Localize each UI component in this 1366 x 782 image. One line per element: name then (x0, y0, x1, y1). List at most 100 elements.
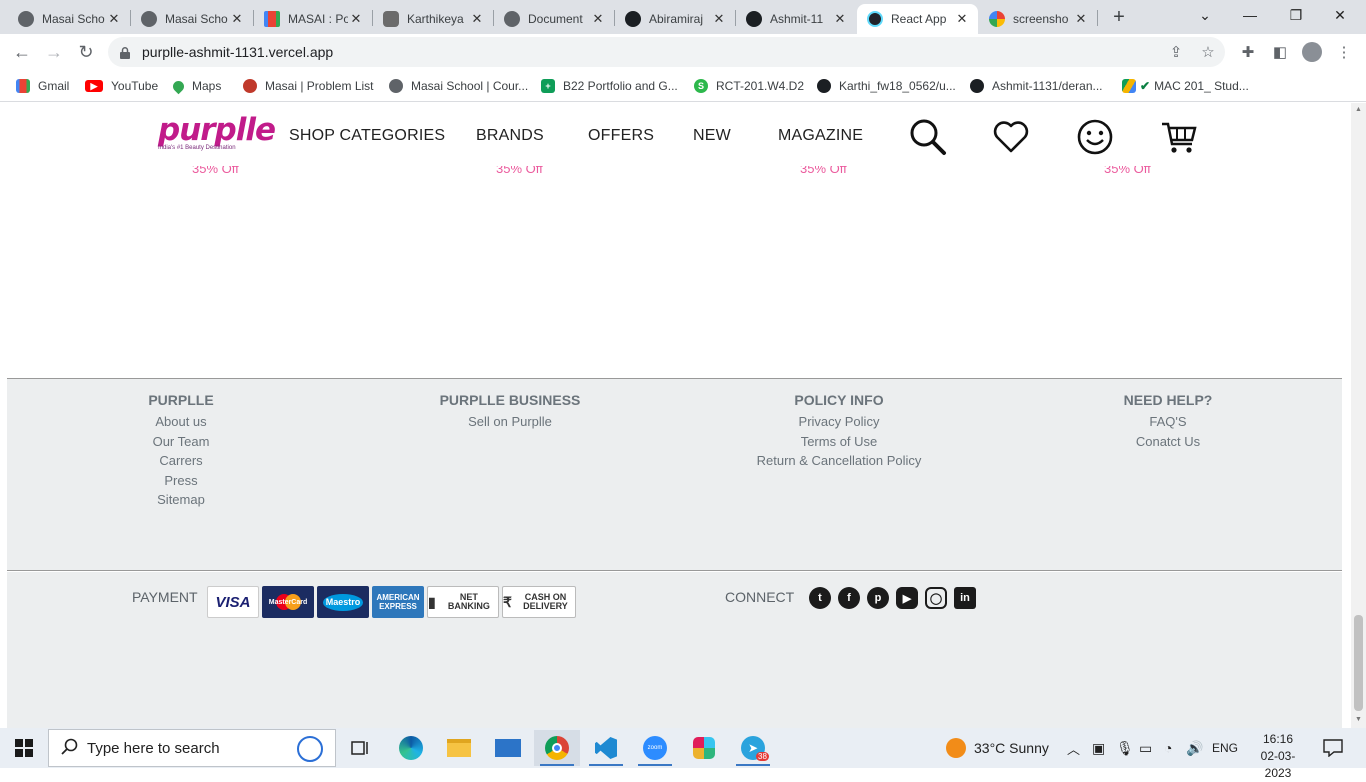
profile-smiley-icon[interactable] (1075, 117, 1115, 157)
close-icon[interactable]: ✕ (590, 11, 606, 27)
tab-search-icon[interactable]: ⌄ (1187, 4, 1223, 26)
volume-icon[interactable]: 🔊 (1186, 728, 1203, 768)
netbanking-icon: ▮ NET BANKING (427, 586, 499, 618)
address-bar[interactable]: purplle-ashmit-1131.vercel.app (108, 37, 1225, 67)
microphone-icon[interactable]: 🎙 (1116, 728, 1134, 768)
close-icon[interactable]: ✕ (711, 11, 727, 27)
nav-brands[interactable]: BRANDS (476, 127, 544, 145)
mail-icon[interactable] (485, 730, 531, 766)
new-tab-button[interactable]: + (1108, 6, 1130, 28)
nav-magazine[interactable]: MAGAZINE (778, 127, 863, 145)
close-icon[interactable]: ✕ (954, 11, 970, 27)
footer-link-sitemap[interactable]: Sitemap (131, 490, 231, 510)
bookmark-item[interactable]: Gmail (16, 76, 69, 96)
scroll-up-arrow-icon[interactable]: ▲ (1354, 106, 1363, 113)
menu-kebab-icon[interactable]: ⋮ (1334, 42, 1354, 62)
window-close-icon[interactable]: ✕ (1322, 4, 1358, 26)
bookmark-item[interactable]: + B22 Portfolio and G... (541, 76, 678, 96)
bookmark-item[interactable]: Masai | Problem List (243, 76, 374, 96)
bookmark-item[interactable]: Maps (170, 76, 221, 96)
footer-link-press[interactable]: Press (131, 471, 231, 491)
bookmark-item[interactable]: Ashmit-1131/deran... (970, 76, 1103, 96)
browser-tab[interactable]: Masai Scho ✕ (8, 4, 130, 34)
amex-icon: AMERICAN EXPRESS (372, 586, 424, 618)
side-panel-icon[interactable]: ◧ (1270, 42, 1290, 62)
scrollbar-thumb[interactable] (1354, 615, 1363, 711)
minimize-icon[interactable]: — (1232, 4, 1268, 26)
footer-link-careers[interactable]: Carrers (131, 451, 231, 471)
footer-link-contact[interactable]: Conatct Us (1108, 432, 1228, 452)
taskbar-search-input[interactable]: Type here to search (48, 729, 336, 767)
footer-link-returns[interactable]: Return & Cancellation Policy (739, 451, 939, 471)
twitter-icon[interactable]: t (809, 587, 831, 609)
footer-link-terms[interactable]: Terms of Use (739, 432, 939, 452)
extensions-icon[interactable]: ✚ (1238, 42, 1258, 62)
wishlist-heart-icon[interactable] (991, 117, 1031, 157)
browser-tab[interactable]: Abiramiraj ✕ (615, 4, 735, 34)
file-explorer-icon[interactable] (436, 730, 482, 766)
footer-heading: PURPLLE (148, 392, 214, 408)
footer-link-privacy[interactable]: Privacy Policy (739, 412, 939, 432)
close-icon[interactable]: ✕ (469, 11, 485, 27)
restore-icon[interactable]: ❐ (1278, 4, 1314, 26)
nav-shop-categories[interactable]: SHOP CATEGORIES (289, 127, 445, 145)
bookmark-item[interactable]: Masai School | Cour... (389, 76, 528, 96)
footer-link-about[interactable]: About us (131, 412, 231, 432)
footer-link-sell[interactable]: Sell on Purplle (430, 412, 590, 432)
show-hidden-icons[interactable]: ︿ (1067, 728, 1080, 768)
slack-icon[interactable] (681, 730, 727, 766)
browser-tab[interactable]: Ashmit-11 ✕ (736, 4, 856, 34)
instagram-icon[interactable]: ◯ (925, 587, 947, 609)
footer-link-faq[interactable]: FAQ'S (1108, 412, 1228, 432)
pinterest-icon[interactable]: p (867, 587, 889, 609)
nav-offers[interactable]: OFFERS (588, 127, 654, 145)
search-icon[interactable] (907, 117, 947, 157)
bing-icon[interactable] (297, 736, 323, 762)
facebook-icon[interactable]: f (838, 587, 860, 609)
lock-icon[interactable] (120, 46, 130, 59)
chrome-icon[interactable] (534, 730, 580, 766)
bookmark-star-icon[interactable]: ☆ (1198, 42, 1218, 62)
network-icon[interactable]: ◔ (1164, 728, 1172, 768)
youtube-icon[interactable]: ▶ (896, 587, 918, 609)
share-icon[interactable]: ⇪ (1166, 42, 1186, 62)
zoom-icon[interactable]: zoom (632, 730, 678, 766)
browser-tab[interactable]: Document ✕ (494, 4, 614, 34)
telegram-icon[interactable]: ➤ 38 (730, 730, 776, 766)
meet-now-icon[interactable]: ▣ (1092, 728, 1105, 768)
edge-icon[interactable] (388, 730, 434, 766)
vscode-icon[interactable] (583, 730, 629, 766)
task-view-icon[interactable] (338, 730, 384, 766)
notifications-icon[interactable] (1323, 728, 1343, 768)
bookmark-item[interactable]: Karthi_fw18_0562/u... (817, 76, 956, 96)
cart-icon[interactable] (1159, 117, 1199, 157)
browser-tab[interactable]: Karthikeya ✕ (373, 4, 493, 34)
browser-tab[interactable]: MASAI : Po ✕ (254, 4, 372, 34)
browser-tab-active[interactable]: React App ✕ (857, 4, 978, 34)
close-icon[interactable]: ✕ (348, 11, 364, 27)
nav-new[interactable]: NEW (693, 127, 731, 145)
close-icon[interactable]: ✕ (832, 11, 848, 27)
scroll-down-arrow-icon[interactable]: ▼ (1354, 716, 1363, 723)
page-scrollbar[interactable]: ▲ ▼ (1351, 103, 1366, 728)
browser-tab[interactable]: Masai Scho ✕ (131, 4, 253, 34)
close-icon[interactable]: ✕ (1073, 11, 1089, 27)
close-icon[interactable]: ✕ (106, 11, 122, 27)
clock[interactable]: 16:16 02-03-2023 (1248, 731, 1308, 782)
windows-start-icon[interactable] (0, 728, 48, 768)
purplle-logo[interactable]: purplle India's #1 Beauty Destination (158, 113, 276, 161)
battery-icon[interactable]: ▭ (1139, 728, 1152, 768)
weather-widget[interactable]: 33°C Sunny (946, 728, 1049, 768)
reload-icon[interactable]: ↻ (74, 40, 98, 64)
browser-tab[interactable]: screensho ✕ (979, 4, 1097, 34)
close-icon[interactable]: ✕ (229, 11, 245, 27)
linkedin-icon[interactable]: in (954, 587, 976, 609)
language-indicator[interactable]: ENG (1212, 728, 1238, 768)
profile-avatar[interactable] (1302, 42, 1322, 62)
bookmark-item[interactable]: S RCT-201.W4.D2 (694, 76, 804, 96)
bookmark-item[interactable]: ✔ MAC 201_ Stud... (1122, 76, 1249, 96)
footer-link-team[interactable]: Our Team (131, 432, 231, 452)
bookmark-item[interactable]: ▶ YouTube (85, 76, 158, 96)
back-icon[interactable]: ← (10, 40, 34, 64)
forward-icon[interactable]: → (42, 40, 66, 64)
